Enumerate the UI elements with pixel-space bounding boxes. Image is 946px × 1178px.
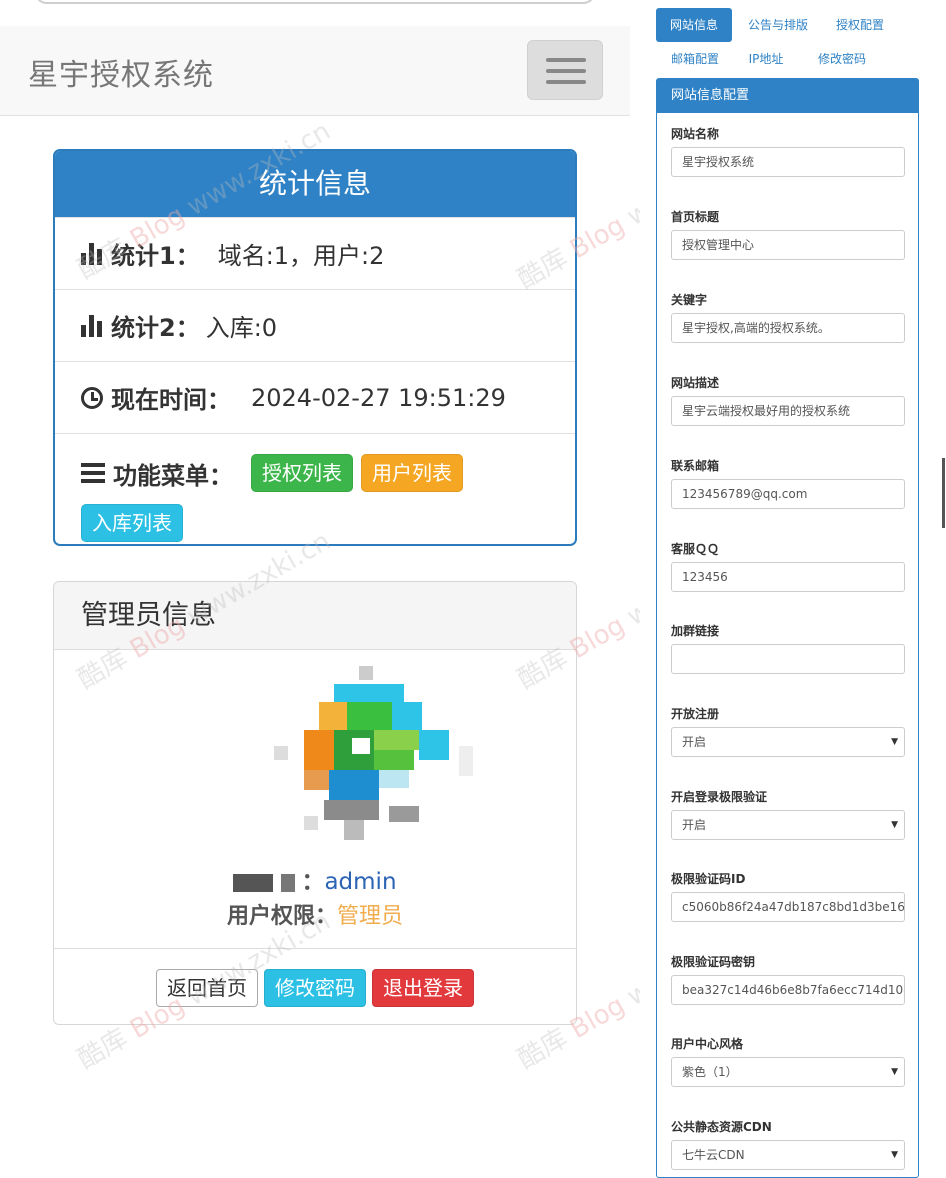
time-label: 现在时间：: [111, 386, 231, 414]
geetest-enable-select[interactable]: 开启 ▼: [671, 810, 905, 840]
field-label: 开启登录极限验证: [671, 790, 768, 804]
field-label: 关键字: [671, 293, 708, 307]
storage-list-button[interactable]: 入库列表: [81, 504, 183, 542]
main-view: 星宇授权系统 统计信息 统计1： 域名:1，用户:2 统计2： 入库:0 现在时…: [0, 0, 776, 1169]
list-icon: [81, 463, 105, 483]
field-home-title: 首页标题 授权管理中心: [671, 208, 905, 260]
field-user-style: 用户中心风格 紫色（1） ▼: [671, 1035, 905, 1087]
auth-list-button[interactable]: 授权列表: [251, 454, 353, 492]
keywords-input[interactable]: 星宇授权,高端的授权系统。: [671, 313, 905, 343]
site-name-input[interactable]: 星宇授权系统: [671, 147, 905, 177]
role-label: 用户权限：: [226, 904, 337, 929]
stats-card: 统计信息 统计1： 域名:1，用户:2 统计2： 入库:0 现在时间： 2024…: [53, 149, 577, 546]
user-list-button[interactable]: 用户列表: [361, 454, 463, 492]
geetest-key-input[interactable]: bea327c14d46b6e8b7fa6ecc714d10a: [671, 975, 905, 1005]
field-label: 公共静态资源CDN: [671, 1120, 772, 1134]
navbar: 星宇授权系统: [0, 26, 630, 116]
blurred-label: [233, 873, 274, 892]
time-row: 现在时间： 2024-02-27 19:51:29: [55, 361, 575, 433]
home-button[interactable]: 返回首页: [156, 968, 258, 1007]
home-title-input[interactable]: 授权管理中心: [671, 230, 905, 260]
field-geetest-key: 极限验证码密钥 bea327c14d46b6e8b7fa6ecc714d10a: [671, 953, 905, 1005]
email-input[interactable]: 123456789@qq.com: [671, 479, 905, 509]
field-geetest-enable: 开启登录极限验证 开启 ▼: [671, 788, 905, 840]
description-input[interactable]: 星宇云端授权最好用的授权系统: [671, 396, 905, 426]
blurred-label-part: [281, 873, 296, 892]
caret-down-icon: ▼: [891, 1067, 898, 1077]
stat2-row: 统计2： 入库:0: [55, 289, 575, 361]
qq-input[interactable]: 123456: [671, 562, 905, 592]
field-label: 网站描述: [671, 376, 720, 390]
field-site-name: 网站名称 星宇授权系统: [671, 125, 905, 177]
username-line: ：admin: [54, 862, 576, 896]
menu-label: 功能菜单：: [113, 461, 233, 490]
tab-change-password[interactable]: 修改密码: [806, 42, 878, 76]
avatar: [264, 666, 484, 866]
stat2-label: 统计2：: [111, 314, 200, 342]
hamburger-icon: [546, 58, 586, 62]
bar-chart-icon: [81, 242, 103, 265]
field-label: 用户中心风格: [671, 1037, 744, 1051]
address-bar[interactable]: [34, 0, 596, 4]
stats-card-title: 统计信息: [55, 151, 575, 217]
time-value: 2024-02-27 19:51:29: [251, 383, 506, 412]
menu-toggle-button[interactable]: [527, 40, 603, 100]
bar-chart-icon: [81, 314, 103, 337]
stat1-value: 域名:1，用户:2: [217, 242, 385, 270]
tab-auth-config[interactable]: 授权配置: [822, 8, 898, 42]
role-value: 管理员: [337, 904, 404, 929]
logout-button[interactable]: 退出登录: [372, 968, 474, 1007]
field-label: 加群链接: [671, 624, 720, 638]
field-label: 客服ＱＱ: [671, 542, 720, 556]
field-label: 极限验证码ID: [671, 872, 746, 886]
field-description: 网站描述 星宇云端授权最好用的授权系统: [671, 374, 905, 426]
field-email: 联系邮箱 123456789@qq.com: [671, 457, 905, 509]
avatar-image: [274, 666, 473, 840]
menu-row: 功能菜单： 授权列表 用户列表 入库列表: [55, 433, 575, 544]
admin-actions: 返回首页 修改密码 退出登录: [54, 948, 576, 1024]
stat2-value: 入库:0: [205, 314, 278, 342]
hamburger-icon-bar: [546, 69, 586, 73]
group-link-input[interactable]: [671, 644, 905, 674]
field-group-link: 加群链接: [671, 622, 905, 674]
geetest-id-input[interactable]: c5060b86f24a47db187c8bd1d3be163: [671, 892, 905, 922]
field-open-register: 开放注册 开启 ▼: [671, 705, 905, 757]
open-register-select[interactable]: 开启 ▼: [671, 727, 905, 757]
cdn-select[interactable]: 七牛云CDN ▼: [671, 1140, 905, 1170]
field-label: 极限验证码密钥: [671, 955, 756, 969]
field-keywords: 关键字 星宇授权,高端的授权系统。: [671, 291, 905, 343]
field-label: 网站名称: [671, 127, 720, 141]
tab-ip-address[interactable]: IP地址: [740, 42, 792, 76]
brand-title[interactable]: 星宇授权系统: [28, 50, 214, 94]
caret-down-icon: ▼: [891, 820, 898, 830]
field-geetest-id: 极限验证码ID c5060b86f24a47db187c8bd1d3be163: [671, 870, 905, 922]
stat1-row: 统计1： 域名:1，用户:2: [55, 217, 575, 289]
field-service-qq: 客服ＱＱ 123456: [671, 540, 905, 592]
change-password-button[interactable]: 修改密码: [264, 968, 366, 1007]
admin-card-title: 管理员信息: [54, 582, 576, 650]
stat1-label: 统计1：: [111, 242, 200, 270]
role-line: 用户权限：管理员: [54, 898, 576, 930]
caret-down-icon: ▼: [891, 737, 898, 747]
field-cdn: 公共静态资源CDN 七牛云CDN ▼: [671, 1118, 905, 1170]
panel-title: 网站信息配置: [657, 79, 918, 113]
scrollbar[interactable]: [942, 458, 945, 528]
tab-site-info[interactable]: 网站信息: [656, 8, 732, 42]
caret-down-icon: ▼: [891, 1150, 898, 1160]
field-label: 首页标题: [671, 210, 720, 224]
admin-card: 管理员信息 ：admin 用户权限：管理员 返回首页 修改密码 退出登录: [53, 581, 577, 1025]
hamburger-icon-bar: [546, 80, 586, 84]
username-value: admin: [324, 869, 397, 895]
user-style-select[interactable]: 紫色（1） ▼: [671, 1057, 905, 1087]
field-label: 联系邮箱: [671, 459, 720, 473]
tab-notice-layout[interactable]: 公告与排版: [740, 8, 816, 42]
site-config-panel: 网站信息配置 网站名称 星宇授权系统 首页标题 授权管理中心 关键字 星宇授权,…: [656, 78, 919, 1178]
field-label: 开放注册: [671, 707, 720, 721]
clock-icon: [81, 386, 103, 409]
tab-mail-config[interactable]: 邮箱配置: [660, 42, 730, 76]
config-view: 网站信息 公告与排版 授权配置 邮箱配置 IP地址 修改密码 网站信息配置 网站…: [640, 0, 946, 1178]
